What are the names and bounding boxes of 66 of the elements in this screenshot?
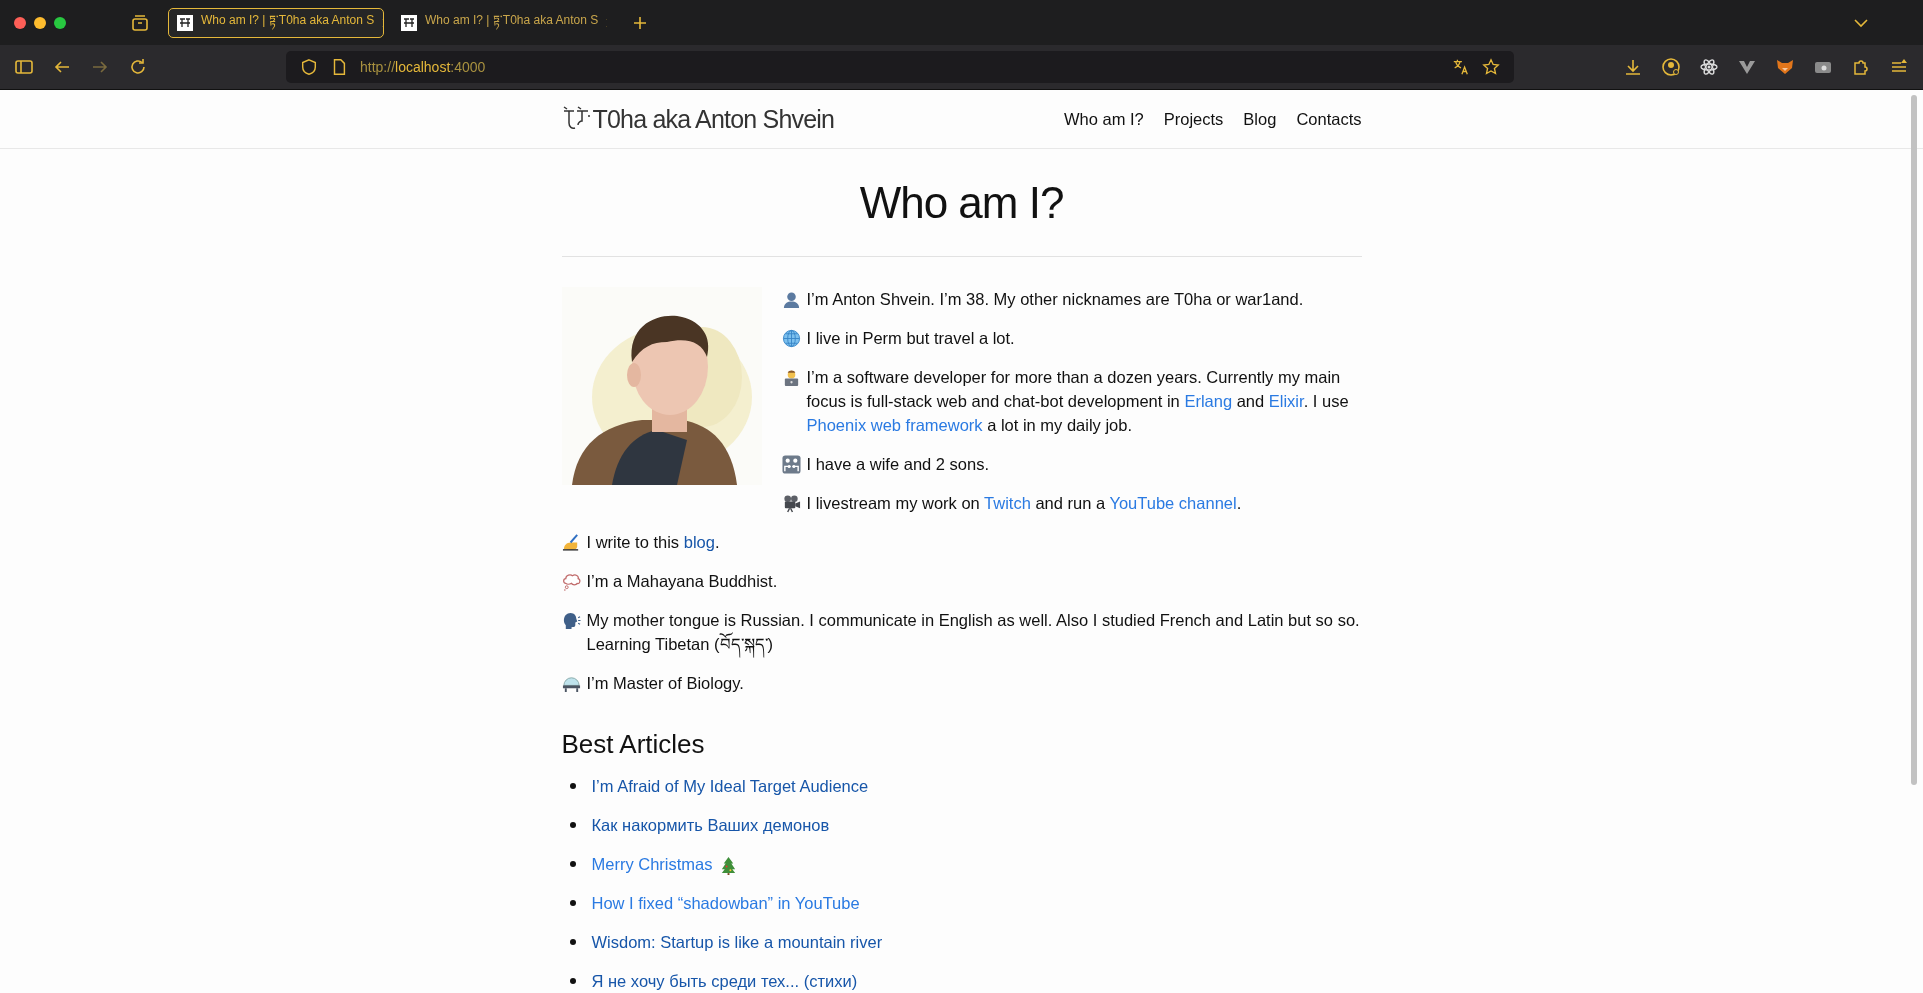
article-link[interactable]: Как накормить Ваших демонов (591, 813, 830, 837)
tab-overview-icon[interactable] (130, 12, 150, 33)
nav-link[interactable]: Who am I? (1063, 109, 1144, 129)
new-tab-icon[interactable] (632, 14, 648, 31)
account-icon[interactable] (1661, 57, 1681, 77)
scrollbar-thumb[interactable] (1911, 95, 1917, 785)
browser-tab[interactable]: Who am I? | ཏྟ་T0ha aka Anton S (168, 7, 384, 38)
page-title: Who am I? (858, 177, 1065, 229)
star-icon[interactable] (1482, 58, 1500, 76)
text-link[interactable]: Elixir (1268, 392, 1304, 410)
nav-link[interactable]: Contacts (1296, 109, 1362, 129)
paragraph-text: I write to this blog. (586, 532, 721, 553)
text-link[interactable]: YouTube channel (1109, 494, 1237, 512)
sidebar-icon[interactable] (14, 57, 34, 77)
paragraph-text: My mother tongue is Russian. I communicate in English as well. Also I studied French and Latin but so so. Learning Tibetan (བོད་སྐད་) (586, 608, 1362, 656)
atom-icon[interactable] (1699, 57, 1719, 77)
favicon-icon (401, 14, 417, 31)
thought-bubble-icon (561, 572, 581, 591)
fox-icon[interactable] (1775, 57, 1795, 77)
site-logo-text[interactable]: T0ha aka Anton Shvein (592, 104, 835, 134)
paragraph-text: I have a wife and 2 sons. (806, 454, 991, 475)
family-icon (781, 455, 801, 474)
bullet-icon (569, 939, 576, 945)
extensions-icon[interactable] (1851, 57, 1871, 77)
paragraph-text: I’m a software developer for more than a dozen years. Currently my main focus is full-stack web and chat-bot development in Erlang and Elixir. I use Phoenix web framework a lot in my daily job. (806, 367, 1350, 436)
text-link[interactable]: blog (683, 533, 715, 551)
bullet-icon (569, 783, 576, 789)
minimize-window-button[interactable] (34, 16, 46, 29)
section-heading: Best Articles (561, 729, 706, 760)
article-link[interactable]: Wisdom: Startup is like a mountain river (591, 930, 883, 954)
tab-title: Who am I? | ཏྟ་T0ha aka Anton S (425, 8, 599, 37)
paragraph-text: I’m a Mahayana Buddhist. (586, 571, 779, 592)
bullet-icon (569, 978, 576, 984)
paragraph-text: I’m Anton Shvein. I’m 38. My other nicknames are T0ha or war1and. (806, 289, 1305, 310)
nav-link[interactable]: Blog (1243, 109, 1277, 129)
dome-icon (561, 674, 581, 693)
close-window-button[interactable] (14, 16, 26, 29)
speaking-head-icon (561, 611, 581, 630)
maximize-window-button[interactable] (54, 16, 66, 29)
bullet-icon (569, 900, 576, 906)
globe-icon (781, 329, 801, 348)
person-icon (781, 290, 801, 309)
address-bar[interactable]: http://localhost:4000 (286, 51, 1514, 83)
text-link[interactable]: Twitch (984, 494, 1031, 512)
paragraph-text: I’m Master of Biology. (586, 673, 745, 694)
writing-hand-icon (561, 533, 581, 552)
article-link[interactable]: How I fixed “shadowban” in YouTube (591, 891, 860, 915)
url-text: http://localhost:4000 (360, 59, 486, 75)
reload-icon[interactable] (128, 57, 148, 77)
tab-title: Who am I? | ཏྟ་T0ha aka Anton S (201, 8, 375, 37)
bullet-icon (569, 822, 576, 828)
article-link[interactable]: Я не хочу быть среди тех... (стихи) (591, 969, 858, 993)
paragraph-text: I live in Perm but travel a lot. (806, 328, 1016, 349)
translate-icon[interactable] (1452, 58, 1470, 76)
article-link[interactable]: I’m Afraid of My Ideal Target Audience (591, 774, 869, 798)
shield-icon[interactable] (300, 58, 318, 76)
text-link[interactable]: Erlang (1184, 392, 1233, 410)
bullet-icon (569, 861, 576, 867)
favicon-icon (177, 14, 193, 31)
article-link[interactable]: Merry Christmas (591, 852, 713, 876)
movie-camera-icon (781, 494, 801, 513)
text-link[interactable]: Phoenix web framework (806, 416, 983, 434)
browser-tab[interactable]: Who am I? | ཏྟ་T0ha aka Anton S (392, 7, 608, 38)
download-icon[interactable] (1623, 57, 1643, 77)
paragraph-text: I livestream my work on Twitch and run a YouTube channel. (806, 493, 1243, 514)
nav-link[interactable]: Projects (1163, 109, 1224, 129)
